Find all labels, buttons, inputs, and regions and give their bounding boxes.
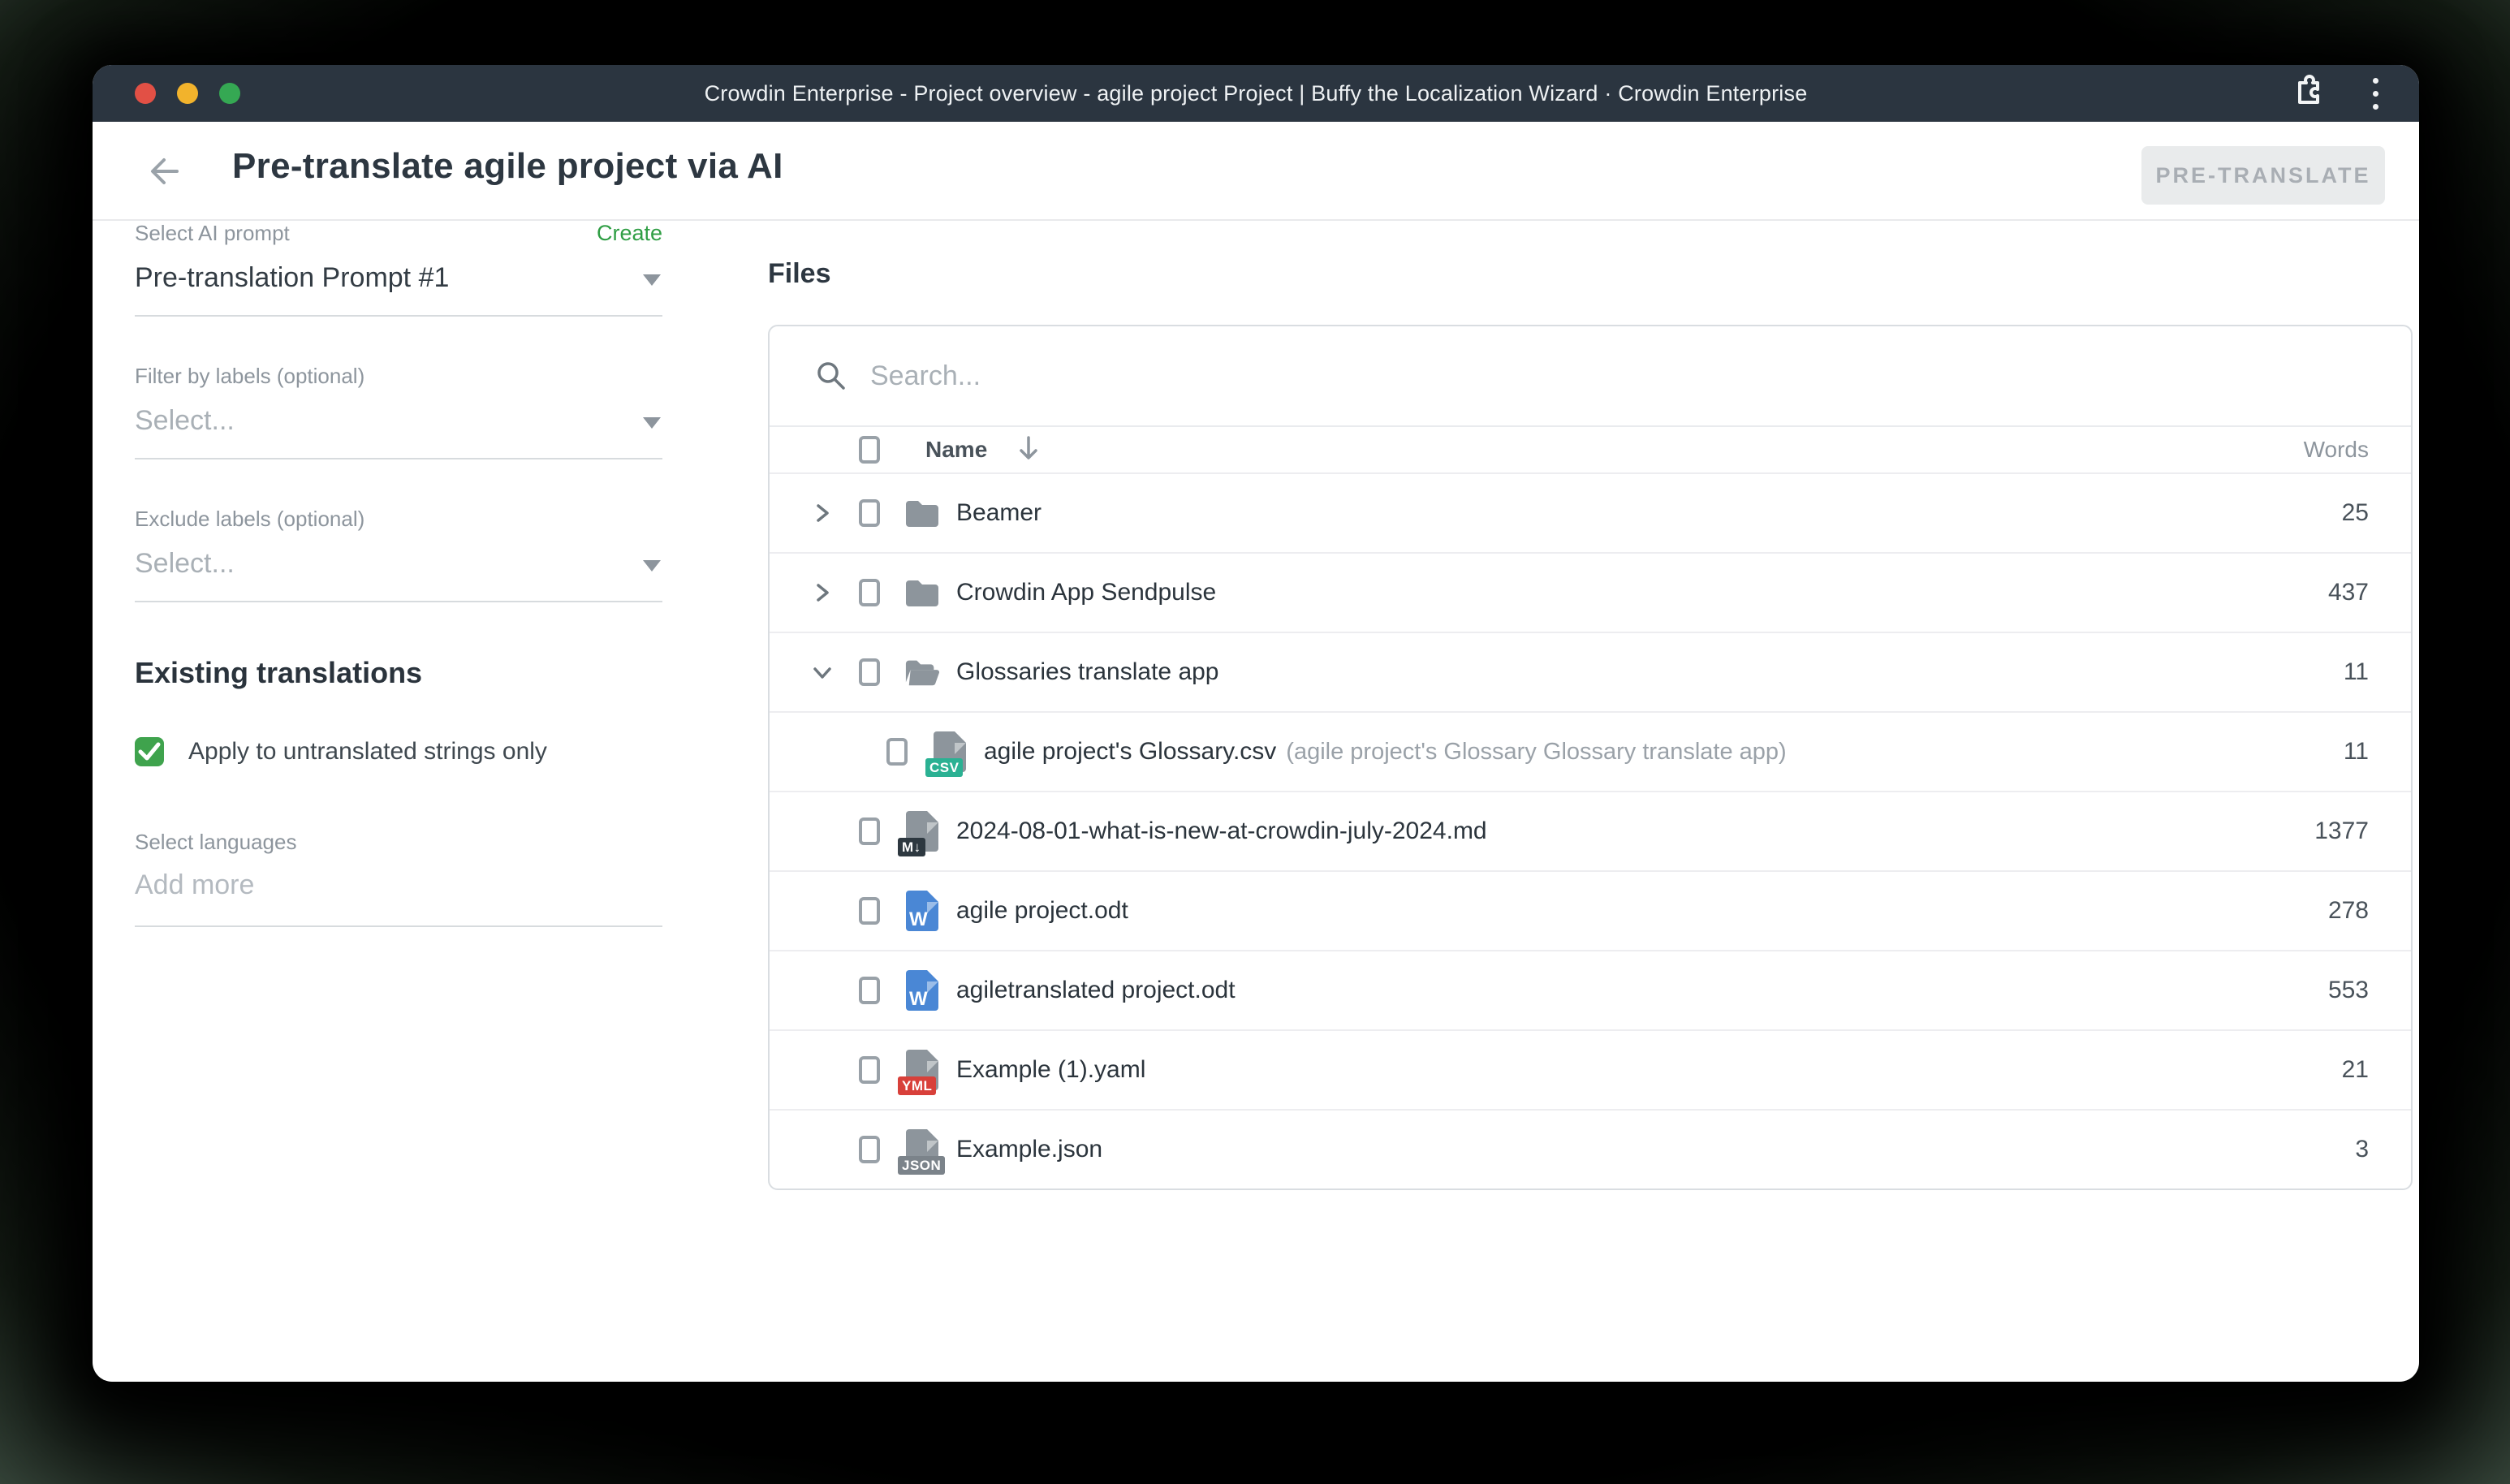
file-rows: Beamer 25 Crowdin App Sendpulse 437 Glos… bbox=[770, 472, 2411, 1188]
file-name: Example.json bbox=[956, 1136, 1102, 1163]
file-search-bar bbox=[770, 326, 2411, 425]
odt-icon: W bbox=[904, 970, 940, 1011]
exclude-labels-label: Exclude labels (optional) bbox=[135, 507, 662, 532]
chevron-down-icon bbox=[643, 560, 661, 572]
file-name: agile project's Glossary.csv bbox=[984, 738, 1276, 766]
file-name: Example (1).yaml bbox=[956, 1056, 1145, 1084]
row-checkbox[interactable] bbox=[859, 1056, 880, 1084]
words-count: 1377 bbox=[2314, 817, 2369, 845]
ai-prompt-value: Pre-translation Prompt #1 bbox=[135, 262, 449, 293]
traffic-lights bbox=[135, 65, 240, 122]
back-arrow-icon[interactable] bbox=[144, 151, 185, 192]
file-row[interactable]: W agile project.odt 278 bbox=[770, 870, 2411, 950]
file-row[interactable]: YML Example (1).yaml 21 bbox=[770, 1029, 2411, 1109]
window-title: Crowdin Enterprise - Project overview - … bbox=[93, 81, 2419, 106]
pre-translate-button[interactable]: PRE-TRANSLATE bbox=[2141, 146, 2385, 205]
zoom-window-button[interactable] bbox=[219, 83, 240, 104]
settings-sidebar: Select AI prompt Create Pre-translation … bbox=[135, 221, 662, 927]
file-name: Crowdin App Sendpulse bbox=[956, 579, 1216, 606]
name-column-header[interactable]: Name bbox=[925, 437, 987, 463]
row-checkbox[interactable] bbox=[886, 738, 908, 766]
words-count: 278 bbox=[2328, 897, 2369, 925]
table-header: Name Words bbox=[770, 425, 2411, 472]
folder-row[interactable]: Glossaries translate app 11 bbox=[770, 632, 2411, 711]
row-checkbox[interactable] bbox=[859, 817, 880, 845]
file-name: agiletranslated project.odt bbox=[956, 977, 1236, 1004]
file-name: 2024-08-01-what-is-new-at-crowdin-july-2… bbox=[956, 817, 1487, 845]
odt-icon: W bbox=[904, 891, 940, 931]
create-prompt-link[interactable]: Create bbox=[597, 221, 662, 246]
filter-labels-select[interactable]: Select... bbox=[135, 389, 662, 459]
languages-input[interactable] bbox=[135, 869, 662, 901]
languages-field bbox=[135, 855, 662, 927]
kebab-menu-icon[interactable] bbox=[2368, 73, 2383, 114]
files-panel: Name Words Beamer 25 Crowdin App Sendpul… bbox=[768, 325, 2413, 1190]
file-name: Glossaries translate app bbox=[956, 658, 1219, 686]
row-checkbox[interactable] bbox=[859, 499, 880, 527]
words-count: 553 bbox=[2328, 977, 2369, 1004]
row-checkbox[interactable] bbox=[859, 658, 880, 686]
words-count: 25 bbox=[2342, 499, 2369, 527]
folder-row[interactable]: Crowdin App Sendpulse 437 bbox=[770, 552, 2411, 632]
folder-row[interactable]: Beamer 25 bbox=[770, 472, 2411, 552]
yml-icon: YML bbox=[904, 1050, 940, 1090]
untranslated-only-label: Apply to untranslated strings only bbox=[188, 738, 547, 766]
existing-translations-heading: Existing translations bbox=[135, 656, 662, 690]
words-count: 437 bbox=[2328, 579, 2369, 606]
file-name: Beamer bbox=[956, 499, 1042, 527]
ai-prompt-select[interactable]: Pre-translation Prompt #1 bbox=[135, 246, 662, 317]
md-icon: M↓ bbox=[904, 811, 940, 852]
words-count: 11 bbox=[2344, 658, 2369, 686]
expand-chevron-icon[interactable] bbox=[809, 499, 859, 527]
search-icon bbox=[815, 360, 847, 392]
page-title: Pre-translate agile project via AI bbox=[232, 146, 783, 187]
row-checkbox[interactable] bbox=[859, 977, 880, 1004]
words-count: 11 bbox=[2344, 738, 2369, 766]
file-row[interactable]: M↓ 2024-08-01-what-is-new-at-crowdin-jul… bbox=[770, 791, 2411, 870]
extensions-puzzle-icon[interactable] bbox=[2288, 73, 2326, 114]
json-icon: JSON bbox=[904, 1129, 940, 1170]
file-row[interactable]: JSON Example.json 3 bbox=[770, 1109, 2411, 1188]
row-checkbox[interactable] bbox=[859, 579, 880, 606]
expand-chevron-icon[interactable] bbox=[809, 579, 859, 606]
chevron-down-icon bbox=[643, 274, 661, 286]
words-count: 21 bbox=[2342, 1056, 2369, 1084]
filter-labels-placeholder: Select... bbox=[135, 405, 235, 436]
file-row[interactable]: CSV agile project's Glossary.csv (agile … bbox=[770, 711, 2411, 791]
browser-window: Crowdin Enterprise - Project overview - … bbox=[93, 65, 2419, 1382]
csv-icon: CSV bbox=[932, 731, 968, 772]
expand-chevron-icon[interactable] bbox=[809, 658, 859, 686]
folder-icon bbox=[904, 498, 940, 528]
close-window-button[interactable] bbox=[135, 83, 156, 104]
words-column-header: Words bbox=[2304, 437, 2369, 463]
select-languages-label: Select languages bbox=[135, 830, 662, 855]
ai-prompt-label: Select AI prompt bbox=[135, 221, 290, 246]
filter-labels-label: Filter by labels (optional) bbox=[135, 364, 662, 389]
titlebar: Crowdin Enterprise - Project overview - … bbox=[93, 65, 2419, 122]
file-name: agile project.odt bbox=[956, 897, 1128, 925]
search-input[interactable] bbox=[870, 360, 2378, 392]
folder-icon bbox=[904, 577, 940, 608]
exclude-labels-placeholder: Select... bbox=[135, 548, 235, 579]
select-all-checkbox[interactable] bbox=[859, 436, 880, 464]
sort-descending-arrow-icon[interactable] bbox=[1016, 434, 1041, 466]
row-checkbox[interactable] bbox=[859, 1136, 880, 1163]
untranslated-only-checkbox[interactable] bbox=[135, 737, 164, 766]
exclude-labels-select[interactable]: Select... bbox=[135, 532, 662, 602]
page-header: Pre-translate agile project via AI PRE-T… bbox=[93, 122, 2419, 221]
file-note: (agile project's Glossary Glossary trans… bbox=[1286, 739, 1786, 766]
minimize-window-button[interactable] bbox=[177, 83, 198, 104]
chevron-down-icon bbox=[643, 417, 661, 429]
words-count: 3 bbox=[2355, 1136, 2369, 1163]
file-row[interactable]: W agiletranslated project.odt 553 bbox=[770, 950, 2411, 1029]
files-heading: Files bbox=[768, 258, 830, 290]
folder-open-icon bbox=[904, 657, 940, 688]
row-checkbox[interactable] bbox=[859, 897, 880, 925]
